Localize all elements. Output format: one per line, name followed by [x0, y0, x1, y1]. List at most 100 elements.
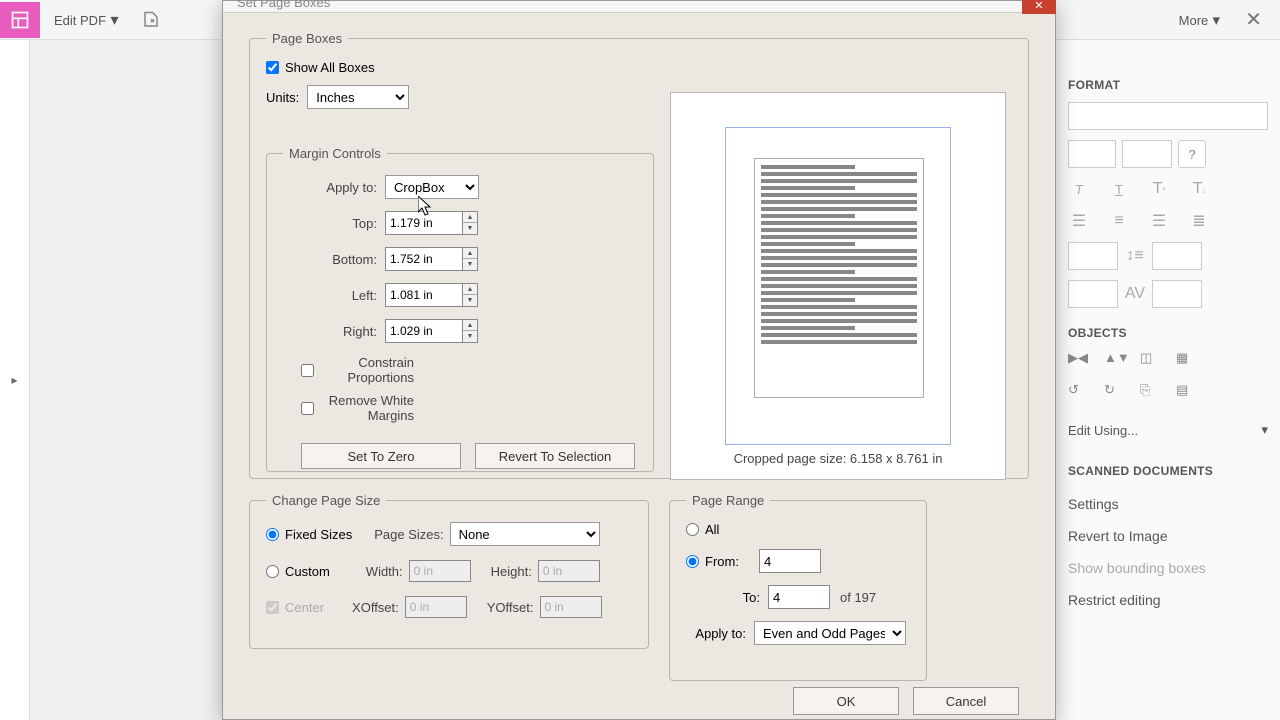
char-spacing-dropdown[interactable] — [1152, 280, 1202, 308]
right-spin-down[interactable]: ▼ — [463, 331, 477, 342]
char-spacing-icon[interactable]: AV — [1124, 283, 1146, 305]
edit-pdf-menu[interactable]: Edit PDF ▾ — [40, 10, 133, 30]
rotate-ccw-icon[interactable]: ↺ — [1068, 382, 1090, 404]
to-input[interactable] — [768, 585, 830, 609]
from-radio[interactable] — [686, 555, 699, 568]
left-spin-up[interactable]: ▲ — [463, 284, 477, 295]
edit-using-dropdown[interactable]: Edit Using... ▾ — [1068, 414, 1268, 446]
bottom-input[interactable] — [385, 247, 463, 271]
margin-controls-legend: Margin Controls — [283, 146, 387, 161]
align-right-icon[interactable]: ☰ — [1148, 210, 1170, 232]
scale-dropdown[interactable] — [1068, 280, 1118, 308]
left-input[interactable] — [385, 283, 463, 307]
right-input[interactable] — [385, 319, 463, 343]
dialog-close-button[interactable]: ✕ — [1022, 0, 1056, 14]
font-size-input[interactable] — [1068, 140, 1116, 168]
underline-icon[interactable]: T — [1108, 178, 1130, 200]
remove-white-label: Remove White Margins — [320, 393, 414, 423]
restrict-editing-toggle[interactable]: Restrict editing — [1068, 584, 1268, 616]
range-apply-to-select[interactable]: Even and Odd Pages — [754, 621, 906, 645]
align-justify-icon[interactable]: ≣ — [1188, 210, 1210, 232]
remove-white-margins-checkbox[interactable] — [301, 402, 314, 415]
change-page-size-legend: Change Page Size — [266, 493, 386, 508]
set-page-boxes-dialog: Set Page Boxes ✕ Page Boxes Show All Box… — [222, 0, 1056, 720]
text-format-icon-1[interactable]: T — [1068, 178, 1090, 200]
top-spin-up[interactable]: ▲ — [463, 212, 477, 223]
expand-sidebar-icon[interactable]: ▸ — [11, 373, 17, 387]
flip-v-icon[interactable]: ▲▼ — [1104, 350, 1126, 372]
font-family-dropdown[interactable] — [1068, 102, 1268, 130]
close-panel-icon[interactable]: ✕ — [1245, 7, 1262, 32]
from-input[interactable] — [759, 549, 821, 573]
right-panel: FORMAT ? T T T¹ T₁ ☰ ≡ ☰ ≣ ↕≡ AV OBJECTS… — [1055, 40, 1280, 720]
page-sizes-select[interactable]: None — [450, 522, 600, 546]
page-range-legend: Page Range — [686, 493, 770, 508]
help-icon[interactable]: ? — [1178, 140, 1206, 168]
dialog-title: Set Page Boxes — [237, 0, 330, 10]
range-apply-to-label: Apply to: — [686, 626, 746, 641]
all-pages-radio[interactable] — [686, 523, 699, 536]
height-input — [538, 560, 600, 582]
page-boxes-legend: Page Boxes — [266, 31, 348, 46]
xoffset-input — [405, 596, 467, 618]
cancel-button[interactable]: Cancel — [913, 687, 1019, 715]
show-all-boxes-checkbox[interactable] — [266, 61, 279, 74]
constrain-proportions-checkbox[interactable] — [301, 364, 314, 377]
revert-to-selection-button[interactable]: Revert To Selection — [475, 443, 635, 469]
replace-image-icon[interactable]: ⎘ — [1140, 382, 1162, 404]
fixed-sizes-radio[interactable] — [266, 528, 279, 541]
crop-icon[interactable]: ◫ — [1140, 350, 1162, 372]
center-checkbox — [266, 601, 279, 614]
scanned-section-title: SCANNED DOCUMENTS — [1068, 464, 1268, 478]
more-menu[interactable]: More ▾ — [1179, 11, 1220, 29]
spacing-dropdown-2[interactable] — [1152, 242, 1202, 270]
width-input — [409, 560, 471, 582]
top-spin-down[interactable]: ▼ — [463, 223, 477, 234]
line-spacing-icon[interactable]: ↕≡ — [1124, 245, 1146, 267]
subscript-icon[interactable]: T₁ — [1188, 178, 1210, 200]
left-sidebar: ▸ — [0, 40, 30, 720]
bottom-spin-down[interactable]: ▼ — [463, 259, 477, 270]
from-label: From: — [705, 554, 759, 569]
flip-h-icon[interactable]: ▶◀ — [1068, 350, 1090, 372]
all-label: All — [705, 522, 719, 537]
tool-icon-button[interactable] — [0, 2, 40, 38]
font-size-stepper[interactable] — [1122, 140, 1172, 168]
cropped-size-label: Cropped page size: 6.158 x 8.761 in — [670, 451, 1006, 466]
change-page-size-fieldset: Change Page Size Fixed Sizes Page Sizes:… — [249, 493, 649, 649]
align-left-icon[interactable]: ☰ — [1068, 210, 1090, 232]
yoffset-input — [540, 596, 602, 618]
to-label: To: — [716, 590, 760, 605]
bottom-label: Bottom: — [283, 252, 377, 267]
rotate-cw-icon[interactable]: ↻ — [1104, 382, 1126, 404]
show-bounding-toggle[interactable]: Show bounding boxes — [1068, 552, 1268, 584]
export-icon[interactable] — [137, 6, 165, 34]
page-preview — [670, 92, 1006, 480]
bottom-spin-up[interactable]: ▲ — [463, 248, 477, 259]
show-all-boxes-label: Show All Boxes — [285, 60, 375, 75]
page-sizes-label: Page Sizes: — [374, 527, 443, 542]
left-spin-down[interactable]: ▼ — [463, 295, 477, 306]
units-select[interactable]: Inches — [307, 85, 409, 109]
custom-radio[interactable] — [266, 565, 279, 578]
page-boxes-fieldset: Page Boxes Show All Boxes Units: Inches … — [249, 31, 1029, 479]
align-center-icon[interactable]: ≡ — [1108, 210, 1130, 232]
spacing-dropdown-1[interactable] — [1068, 242, 1118, 270]
set-to-zero-button[interactable]: Set To Zero — [301, 443, 461, 469]
dialog-titlebar[interactable]: Set Page Boxes ✕ — [223, 1, 1055, 13]
top-input[interactable] — [385, 211, 463, 235]
ok-button[interactable]: OK — [793, 687, 899, 715]
arrange-icon[interactable]: ▦ — [1176, 350, 1198, 372]
superscript-icon[interactable]: T¹ — [1148, 178, 1170, 200]
xoffset-label: XOffset: — [352, 600, 399, 615]
apply-to-label: Apply to: — [283, 180, 377, 195]
right-spin-up[interactable]: ▲ — [463, 320, 477, 331]
apply-to-select[interactable]: CropBox — [385, 175, 479, 199]
top-label: Top: — [283, 216, 377, 231]
left-label: Left: — [283, 288, 377, 303]
align-objects-icon[interactable]: ▤ — [1176, 382, 1198, 404]
height-label: Height: — [491, 564, 532, 579]
yoffset-label: YOffset: — [487, 600, 534, 615]
settings-link[interactable]: Settings — [1068, 488, 1268, 520]
revert-image-link[interactable]: Revert to Image — [1068, 520, 1268, 552]
